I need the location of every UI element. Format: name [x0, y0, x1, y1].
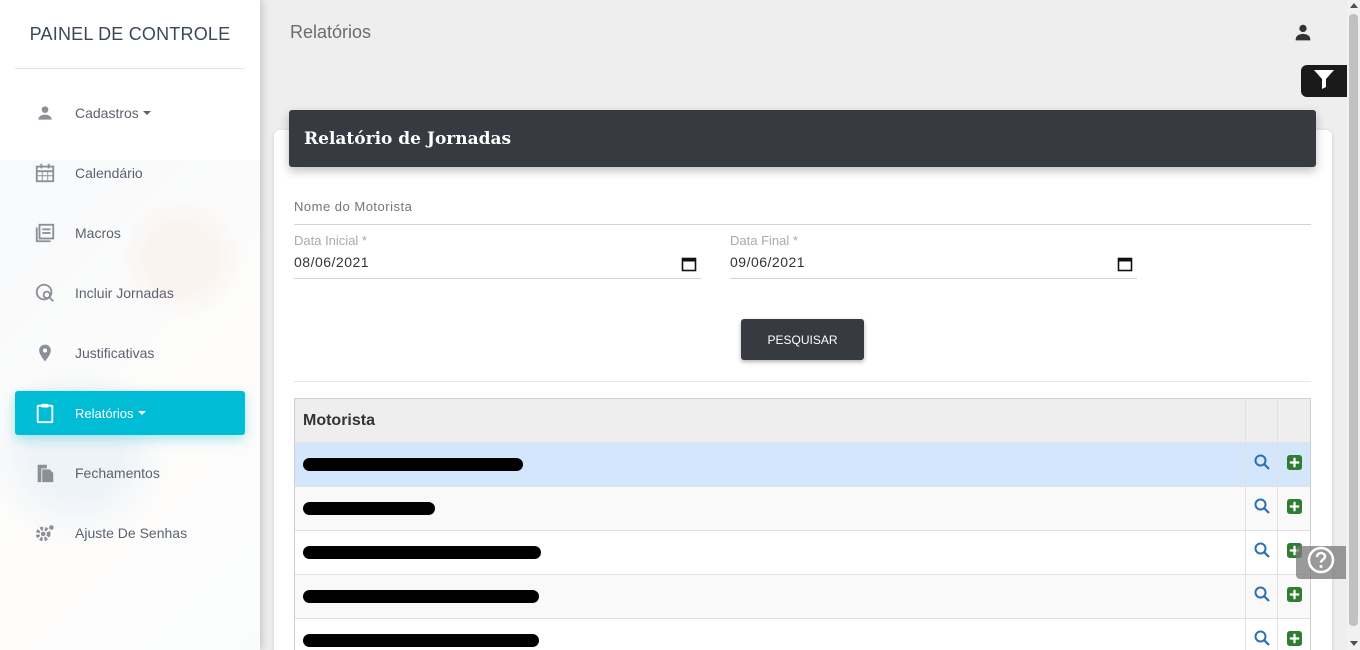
sidebar-item-label: Relatórios: [75, 405, 134, 421]
table-header-row: Motorista: [295, 399, 1310, 443]
sidebar-item-incluir-jornadas[interactable]: Incluir Jornadas: [15, 263, 245, 323]
driver-name-cell: [295, 531, 1246, 574]
driver-name-cell: [295, 619, 1246, 650]
sidebar-item-justificativas[interactable]: Justificativas: [15, 323, 245, 383]
person-icon: [33, 101, 57, 125]
view-button[interactable]: [1246, 575, 1278, 618]
copy-document-icon: [33, 461, 57, 485]
sidebar-item-cadastros[interactable]: Cadastros: [15, 83, 245, 143]
scroll-thumb[interactable]: [1349, 14, 1358, 626]
brand-divider: [15, 68, 245, 69]
sidebar-item-label: Incluir Jornadas: [75, 285, 174, 301]
table-row[interactable]: [295, 619, 1310, 650]
drivers-table: Motorista: [294, 398, 1311, 650]
column-header-view: [1246, 399, 1278, 442]
table-row[interactable]: [295, 443, 1310, 487]
scroll-down-arrow-icon[interactable]: [1350, 641, 1358, 646]
table-row[interactable]: [295, 487, 1310, 531]
brand-title: PAINEL DE CONTROLE: [29, 23, 231, 44]
sidebar-item-calendario[interactable]: Calendário: [15, 143, 245, 203]
chevron-down-icon: [137, 411, 146, 415]
end-date-field[interactable]: Data Final *: [730, 233, 1137, 279]
column-header-add: [1278, 399, 1310, 442]
plus-square-icon: [1286, 498, 1302, 519]
plus-square-icon: [1286, 586, 1302, 607]
view-button[interactable]: [1246, 443, 1278, 486]
driver-name-input[interactable]: [294, 199, 1311, 214]
calendar-icon: [33, 161, 57, 185]
sidebar-item-macros[interactable]: Macros: [15, 203, 245, 263]
sidebar-item-ajuste-de-senhas[interactable]: Ajuste De Senhas: [15, 503, 245, 563]
driver-name-cell: [295, 575, 1246, 618]
redacted-name: [303, 502, 435, 515]
search-icon: [1254, 498, 1270, 519]
search-button[interactable]: PESQUISAR: [741, 319, 864, 360]
add-button[interactable]: [1278, 619, 1310, 650]
view-button[interactable]: [1246, 531, 1278, 574]
calendar-picker-icon[interactable]: [681, 256, 697, 272]
sidebar-item-label: Macros: [75, 225, 121, 241]
filter-button[interactable]: [1301, 65, 1347, 97]
view-button[interactable]: [1246, 619, 1278, 650]
sidebar-item-label: Cadastros: [75, 105, 139, 121]
driver-name-field[interactable]: [294, 196, 1311, 225]
table-row[interactable]: [295, 575, 1310, 619]
page-scrollbar[interactable]: [1347, 0, 1360, 650]
field-underline: [294, 224, 1311, 225]
add-button[interactable]: [1278, 443, 1310, 486]
sidebar-item-fechamentos[interactable]: Fechamentos: [15, 443, 245, 503]
field-underline: [294, 278, 701, 279]
search-icon: [1254, 542, 1270, 563]
table-row[interactable]: [295, 531, 1310, 575]
search-document-icon: [33, 281, 57, 305]
user-account-icon[interactable]: [1292, 22, 1314, 44]
location-pin-icon: [33, 341, 57, 365]
search-icon: [1254, 630, 1270, 650]
calendar-picker-icon[interactable]: [1117, 256, 1133, 272]
sidebar-item-label: Fechamentos: [75, 465, 160, 481]
library-books-icon: [33, 221, 57, 245]
view-button[interactable]: [1246, 487, 1278, 530]
page-title: Relatórios: [290, 22, 372, 42]
sidebar-item-label: Justificativas: [75, 345, 155, 361]
add-button[interactable]: [1278, 487, 1310, 530]
driver-name-cell: [295, 487, 1246, 530]
help-icon: [1307, 546, 1335, 579]
end-date-label: Data Final *: [730, 233, 798, 248]
redacted-name: [303, 634, 539, 647]
sidebar-nav: Cadastros Calendário Macros Incluir Jorn…: [0, 83, 260, 563]
sidebar-item-relatorios[interactable]: Relatórios: [15, 391, 245, 435]
add-button[interactable]: [1278, 575, 1310, 618]
search-icon: [1254, 454, 1270, 475]
start-date-input[interactable]: [294, 254, 664, 270]
scroll-up-arrow-icon[interactable]: [1350, 3, 1358, 8]
start-date-field[interactable]: Data Inicial *: [294, 233, 701, 279]
sidebar-item-label: Calendário: [75, 165, 143, 181]
settings-cog-icon: [33, 521, 57, 545]
field-underline: [730, 278, 1137, 279]
plus-square-icon: [1286, 454, 1302, 475]
chevron-down-icon: [142, 111, 151, 115]
start-date-label: Data Inicial *: [294, 233, 367, 248]
search-icon: [1254, 586, 1270, 607]
redacted-name: [303, 546, 541, 559]
driver-name-cell: [295, 443, 1246, 486]
sidebar: PAINEL DE CONTROLE Cadastros Calendário …: [0, 0, 260, 650]
redacted-name: [303, 590, 539, 603]
end-date-input[interactable]: [730, 254, 1100, 270]
card-title: Relatório de Jornadas: [304, 128, 512, 149]
column-header-motorista: Motorista: [295, 399, 1246, 442]
redacted-name: [303, 458, 523, 471]
plus-square-icon: [1286, 630, 1302, 650]
section-divider: [294, 381, 1311, 382]
clipboard-icon: [33, 401, 57, 425]
help-button[interactable]: [1296, 546, 1346, 579]
card-header: Relatório de Jornadas: [289, 110, 1316, 167]
sidebar-item-label: Ajuste De Senhas: [75, 525, 188, 541]
filter-icon: [1311, 67, 1337, 96]
